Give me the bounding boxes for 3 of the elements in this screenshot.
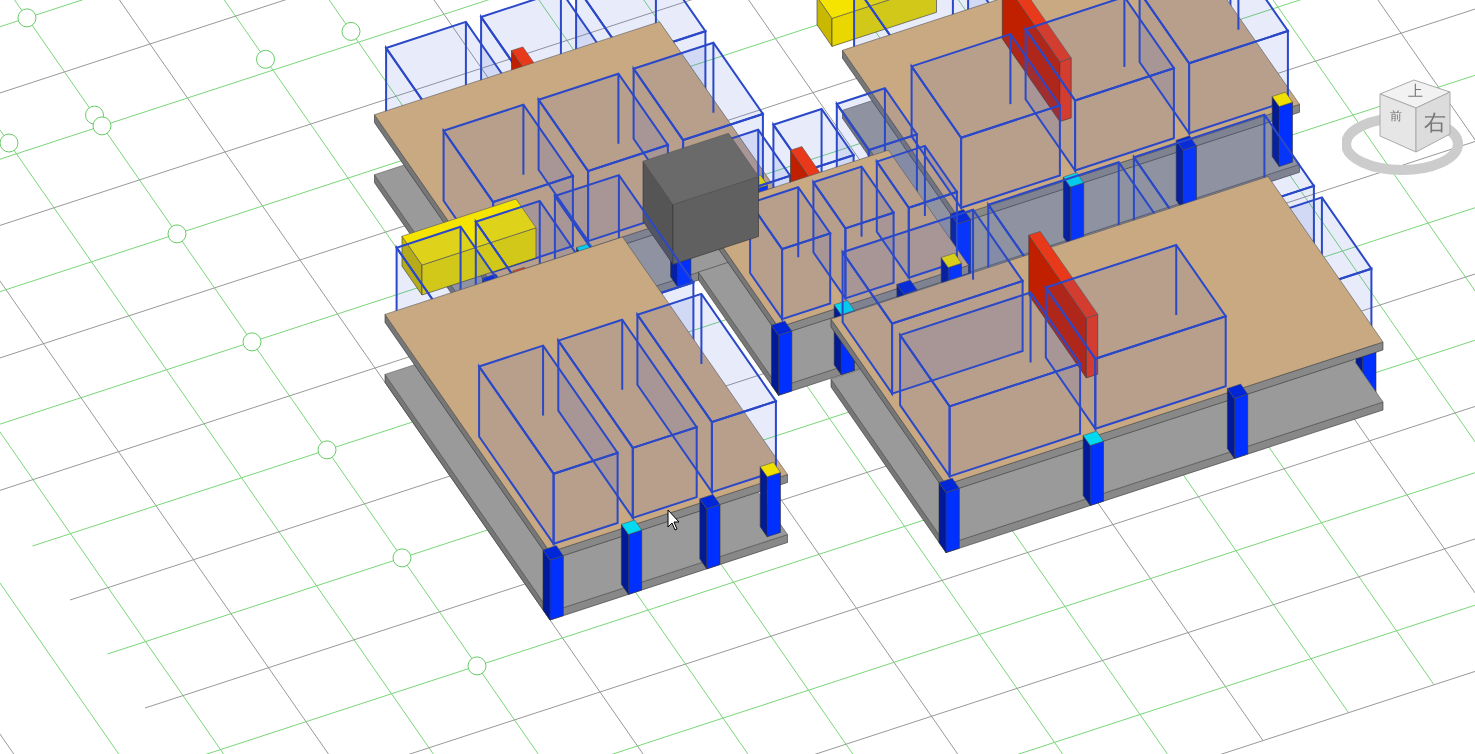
mouse-cursor-icon (667, 509, 680, 531)
view-cube-face-label[interactable]: 前 (1390, 110, 1402, 122)
view-cube-face-label[interactable]: 上 (1408, 84, 1423, 99)
